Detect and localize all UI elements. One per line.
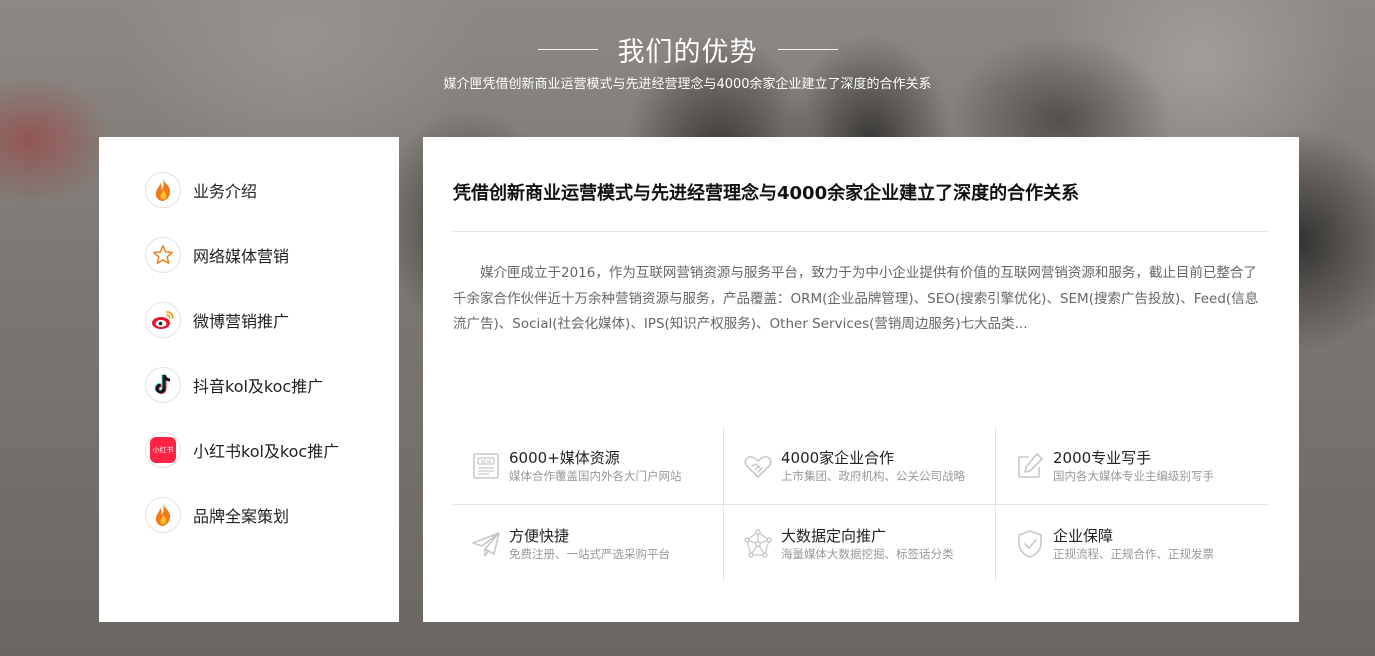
menu-item-label: 网络媒体营销 xyxy=(193,247,290,266)
panel-divider xyxy=(453,231,1269,232)
feature-subtitle: 上市集团、政府机构、公关公司战略 xyxy=(781,468,965,483)
edit-icon xyxy=(1018,452,1043,478)
menu-item-label: 小红书kol及koc推广 xyxy=(193,442,340,461)
newspaper-icon: NEW xyxy=(473,452,499,479)
feature-title: 企业保障 xyxy=(1053,526,1114,545)
content-panel: 凭借创新商业运营模式与先进经营理念与4000余家企业建立了深度的合作关系 媒介匣… xyxy=(423,137,1299,622)
menu-item-label: 品牌全案策划 xyxy=(193,507,290,526)
menu-item-brand-planning[interactable]: 品牌全案策划 xyxy=(145,496,289,534)
menu-item-weibo[interactable]: 微博营销推广 xyxy=(145,301,289,339)
section-subtitle: 媒介匣凭借创新商业运营模式与先进经营理念与4000余家企业建立了深度的合作关系 xyxy=(443,77,932,92)
weibo-icon xyxy=(145,302,181,338)
xiaohongshu-icon-text: 小红书 xyxy=(150,437,176,463)
service-menu: 业务介绍 网络媒体营销 微博营销推广 抖音kol及koc推广 小红书 小红书ko… xyxy=(99,137,399,622)
feature-writers: 2000专业写手 国内各大媒体专业主编级别写手 xyxy=(1015,427,1287,504)
menu-item-xiaohongshu[interactable]: 小红书 小红书kol及koc推广 xyxy=(145,431,339,469)
feature-title: 大数据定向推广 xyxy=(781,526,887,545)
section-title: 我们的优势 xyxy=(617,37,758,68)
feature-media-resources: NEW 6000+媒体资源 媒体合作覆盖国内外各大门户网站 xyxy=(471,427,743,504)
menu-item-label: 微博营销推广 xyxy=(193,312,290,331)
feature-subtitle: 正规流程、正规合作、正规发票 xyxy=(1053,546,1214,561)
tiktok-icon xyxy=(145,367,181,403)
shield-icon xyxy=(1018,529,1042,558)
panel-description: 媒介匣成立于2016，作为互联网营销资源与服务平台，致力于为中小企业提供有价值的… xyxy=(453,265,1259,332)
panel-title: 凭借创新商业运营模式与先进经营理念与4000余家企业建立了深度的合作关系 xyxy=(453,183,1080,204)
feature-subtitle: 国内各大媒体专业主编级别写手 xyxy=(1053,468,1214,483)
svg-text:NEW: NEW xyxy=(481,459,492,465)
feature-subtitle: 媒体合作覆盖国内外各大门户网站 xyxy=(509,468,682,483)
paper-plane-icon xyxy=(472,531,500,557)
handshake-icon xyxy=(744,455,772,478)
menu-item-network-media[interactable]: 网络媒体营销 xyxy=(145,236,289,274)
feature-title: 4000家企业合作 xyxy=(781,448,895,467)
flame-icon xyxy=(145,172,181,208)
menu-item-douyin[interactable]: 抖音kol及koc推广 xyxy=(145,366,323,404)
menu-item-label: 抖音kol及koc推广 xyxy=(193,377,324,396)
star-icon xyxy=(145,237,181,273)
network-icon xyxy=(744,528,772,558)
feature-subtitle: 海量媒体大数据挖掘、标签话分类 xyxy=(781,546,954,561)
xiaohongshu-icon: 小红书 xyxy=(145,432,181,468)
feature-convenience: 方便快捷 免费注册、一站式严选采购平台 xyxy=(471,505,743,582)
feature-title: 2000专业写手 xyxy=(1053,448,1152,467)
feature-grid: NEW 6000+媒体资源 媒体合作覆盖国内外各大门户网站 4000家企业合作 … xyxy=(453,427,1269,582)
feature-guarantee: 企业保障 正规流程、正规合作、正规发票 xyxy=(1015,505,1287,582)
menu-item-business-intro[interactable]: 业务介绍 xyxy=(145,171,257,209)
flame-icon xyxy=(145,497,181,533)
feature-title: 方便快捷 xyxy=(509,526,570,545)
feature-big-data: 大数据定向推广 海量媒体大数据挖掘、标签话分类 xyxy=(743,505,1015,582)
feature-title: 6000+媒体资源 xyxy=(509,448,620,467)
feature-enterprise-cooperation: 4000家企业合作 上市集团、政府机构、公关公司战略 xyxy=(743,427,1015,504)
title-divider-right xyxy=(777,49,838,50)
menu-item-label: 业务介绍 xyxy=(193,182,258,201)
feature-subtitle: 免费注册、一站式严选采购平台 xyxy=(509,546,670,561)
title-divider-left xyxy=(537,49,598,50)
